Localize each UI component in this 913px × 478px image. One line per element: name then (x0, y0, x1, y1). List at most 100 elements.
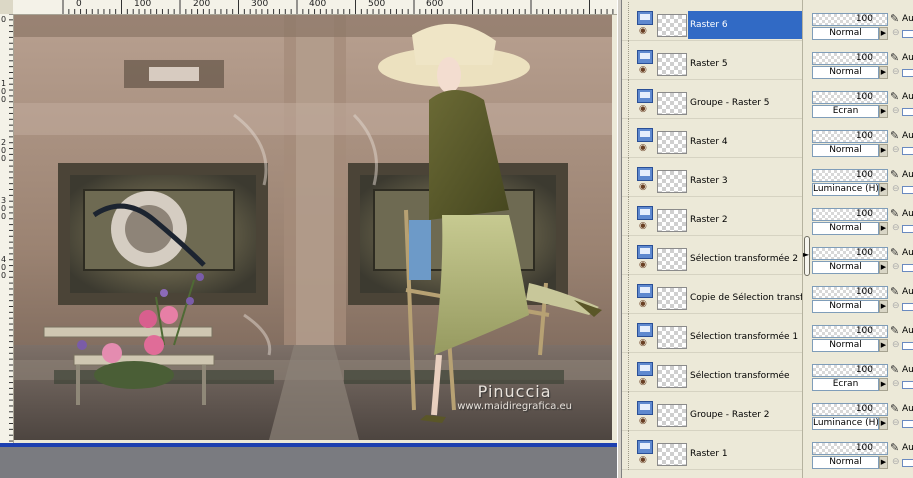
blend-mode-select[interactable]: Écran (812, 378, 879, 391)
layer-row[interactable]: ◉ Sélection transformée 1 (622, 314, 802, 353)
dropdown-arrow-icon[interactable]: ▶ (879, 105, 888, 118)
auto-checkbox[interactable] (902, 303, 913, 311)
auto-checkbox[interactable] (902, 147, 913, 155)
brush-icon[interactable]: ✎ (890, 442, 899, 454)
brush-icon[interactable]: ✎ (890, 325, 899, 337)
auto-checkbox[interactable] (902, 342, 913, 350)
dropdown-arrow-icon[interactable]: ▶ (879, 66, 888, 79)
brush-icon[interactable]: ✎ (890, 208, 899, 220)
blend-mode-select[interactable]: Normal (812, 456, 879, 469)
visibility-eye-icon[interactable]: ◉ (639, 222, 647, 231)
brush-icon[interactable]: ✎ (890, 13, 899, 25)
layer-name[interactable]: Sélection transformée 1 (688, 323, 802, 351)
layer-row[interactable]: ◉ Raster 4 (622, 119, 802, 158)
blend-mode-select[interactable]: Normal (812, 339, 879, 352)
blend-mode-select[interactable]: Normal (812, 27, 879, 40)
lock-icon[interactable]: ⊖ (892, 28, 900, 38)
layer-name[interactable]: Groupe - Raster 5 (688, 89, 802, 117)
visibility-eye-icon[interactable]: ◉ (639, 183, 647, 192)
blend-mode-select[interactable]: Normal (812, 222, 879, 235)
layer-name[interactable]: Raster 1 (688, 440, 802, 468)
dropdown-arrow-icon[interactable]: ▶ (879, 222, 888, 235)
lock-icon[interactable]: ⊖ (892, 145, 900, 155)
brush-icon[interactable]: ✎ (890, 130, 899, 142)
layer-name[interactable]: Raster 2 (688, 206, 802, 234)
blend-mode-select[interactable]: Luminance (H) (812, 417, 879, 430)
layer-name[interactable]: Sélection transformée 2 (688, 245, 802, 273)
auto-checkbox[interactable] (902, 108, 913, 116)
blend-mode-select[interactable]: Normal (812, 144, 879, 157)
visibility-eye-icon[interactable]: ◉ (639, 378, 647, 387)
layer-name[interactable]: Groupe - Raster 2 (688, 401, 802, 429)
expand-arrow-icon[interactable]: ► (803, 250, 809, 259)
dropdown-arrow-icon[interactable]: ▶ (879, 183, 888, 196)
auto-checkbox[interactable] (902, 420, 913, 428)
opacity-field[interactable]: 100 (812, 403, 888, 416)
opacity-field[interactable]: 100 (812, 247, 888, 260)
opacity-field[interactable]: 100 (812, 91, 888, 104)
dropdown-arrow-icon[interactable]: ▶ (879, 339, 888, 352)
dropdown-arrow-icon[interactable]: ▶ (879, 378, 888, 391)
dropdown-arrow-icon[interactable]: ▶ (879, 144, 888, 157)
lock-icon[interactable]: ⊖ (892, 106, 900, 116)
dropdown-arrow-icon[interactable]: ▶ (879, 261, 888, 274)
layer-name[interactable]: Raster 3 (688, 167, 802, 195)
visibility-eye-icon[interactable]: ◉ (639, 456, 647, 465)
layer-row[interactable]: ◉ Raster 1 (622, 431, 802, 470)
blend-mode-select[interactable]: Écran (812, 105, 879, 118)
opacity-field[interactable]: 100 (812, 286, 888, 299)
brush-icon[interactable]: ✎ (890, 247, 899, 259)
opacity-field[interactable]: 100 (812, 442, 888, 455)
auto-checkbox[interactable] (902, 186, 913, 194)
auto-checkbox[interactable] (902, 381, 913, 389)
visibility-eye-icon[interactable]: ◉ (639, 339, 647, 348)
lock-icon[interactable]: ⊖ (892, 301, 900, 311)
opacity-field[interactable]: 100 (812, 130, 888, 143)
lock-icon[interactable]: ⊖ (892, 457, 900, 467)
blend-mode-select[interactable]: Normal (812, 66, 879, 79)
lock-icon[interactable]: ⊖ (892, 418, 900, 428)
layer-row[interactable]: ◉ Raster 5 (622, 41, 802, 80)
opacity-field[interactable]: 100 (812, 52, 888, 65)
auto-checkbox[interactable] (902, 225, 913, 233)
layer-row[interactable]: ◉ Groupe - Raster 2 (622, 392, 802, 431)
layer-row[interactable]: ◉ Sélection transformée 2 (622, 236, 802, 275)
visibility-eye-icon[interactable]: ◉ (639, 261, 647, 270)
lock-icon[interactable]: ⊖ (892, 340, 900, 350)
visibility-eye-icon[interactable]: ◉ (639, 27, 647, 36)
lock-icon[interactable]: ⊖ (892, 184, 900, 194)
opacity-field[interactable]: 100 (812, 13, 888, 26)
dropdown-arrow-icon[interactable]: ▶ (879, 456, 888, 469)
image-canvas[interactable]: Pinuccia www.maidiregrafica.eu (14, 15, 612, 440)
brush-icon[interactable]: ✎ (890, 403, 899, 415)
brush-icon[interactable]: ✎ (890, 169, 899, 181)
layer-row[interactable]: ◉ Raster 6 (622, 2, 802, 41)
lock-icon[interactable]: ⊖ (892, 379, 900, 389)
dropdown-arrow-icon[interactable]: ▶ (879, 417, 888, 430)
visibility-eye-icon[interactable]: ◉ (639, 105, 647, 114)
layer-row[interactable]: ◉ Sélection transformée (622, 353, 802, 392)
layer-row[interactable]: ◉ Raster 3 (622, 158, 802, 197)
auto-checkbox[interactable] (902, 30, 913, 38)
layer-row[interactable]: ◉ Groupe - Raster 5 (622, 80, 802, 119)
dropdown-arrow-icon[interactable]: ▶ (879, 27, 888, 40)
visibility-eye-icon[interactable]: ◉ (639, 417, 647, 426)
canvas-area[interactable]: 0 100 200 300 400 500 600 0 1 0 0 2 0 0 … (0, 0, 617, 478)
opacity-field[interactable]: 100 (812, 208, 888, 221)
layer-row[interactable]: ◉ Copie de Sélection transformée (622, 275, 802, 314)
brush-icon[interactable]: ✎ (890, 91, 899, 103)
lock-icon[interactable]: ⊖ (892, 223, 900, 233)
visibility-eye-icon[interactable]: ◉ (639, 144, 647, 153)
blend-mode-select[interactable]: Normal (812, 261, 879, 274)
opacity-field[interactable]: 100 (812, 169, 888, 182)
auto-checkbox[interactable] (902, 459, 913, 467)
lock-icon[interactable]: ⊖ (892, 67, 900, 77)
blend-mode-select[interactable]: Luminance (H) (812, 183, 879, 196)
brush-icon[interactable]: ✎ (890, 286, 899, 298)
visibility-eye-icon[interactable]: ◉ (639, 300, 647, 309)
dropdown-arrow-icon[interactable]: ▶ (879, 300, 888, 313)
layer-name[interactable]: Copie de Sélection transformée (688, 284, 802, 312)
lock-icon[interactable]: ⊖ (892, 262, 900, 272)
auto-checkbox[interactable] (902, 69, 913, 77)
blend-mode-select[interactable]: Normal (812, 300, 879, 313)
